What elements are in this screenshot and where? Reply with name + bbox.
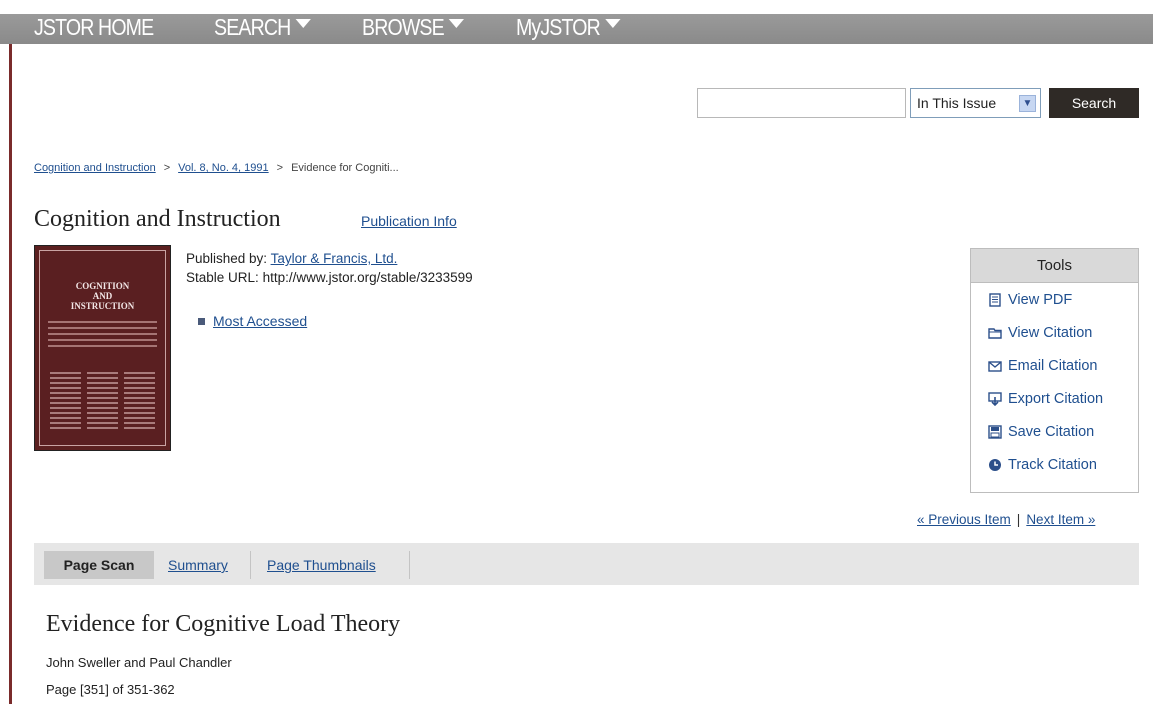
nav-myjstor-label: MyJSTOR [516, 14, 601, 40]
article-title: Evidence for Cognitive Load Theory [46, 611, 401, 637]
tool-save-citation[interactable]: Save Citation [971, 415, 1138, 448]
journal-title: Cognition and Instruction [34, 206, 281, 232]
top-navigation-bar: JSTOR HOME SEARCH BROWSE MyJSTOR [0, 0, 1153, 44]
left-accent-rule [9, 44, 12, 704]
nav-browse-menu[interactable]: BROWSE [362, 10, 465, 44]
breadcrumb-separator: > [163, 162, 171, 174]
article-pages: Page [351] of 351-362 [46, 682, 175, 697]
previous-item-link[interactable]: « Previous Item [917, 512, 1011, 527]
cover-text-columns [50, 369, 155, 432]
item-pager: « Previous Item | Next Item » [917, 512, 1095, 527]
envelope-icon [988, 359, 1002, 373]
tools-header: Tools [971, 249, 1138, 283]
clock-icon [988, 458, 1002, 472]
main-nav: JSTOR HOME SEARCH BROWSE MyJSTOR [34, 10, 673, 44]
breadcrumb: Cognition and Instruction > Vol. 8, No. 4,… [34, 162, 399, 174]
view-pdf-link[interactable]: View PDF [1008, 292, 1072, 308]
cover-frame: COGNITION AND INSTRUCTION [39, 250, 166, 446]
stable-url-line: Stable URL: http://www.jstor.org/stable/… [186, 268, 473, 287]
caret-down-icon [605, 18, 621, 28]
nav-jstor-home-label: JSTOR HOME [34, 14, 154, 40]
tool-export-citation[interactable]: Export Citation [971, 382, 1138, 415]
save-icon [988, 424, 1002, 439]
tab-summary[interactable]: Summary [158, 551, 238, 579]
tab-divider [409, 551, 410, 579]
email-citation-link[interactable]: Email Citation [1008, 358, 1097, 374]
breadcrumb-current: Evidence for Cogniti... [291, 162, 399, 174]
tab-divider [250, 551, 251, 579]
export-citation-link[interactable]: Export Citation [1008, 391, 1103, 407]
track-citation-link[interactable]: Track Citation [1008, 457, 1097, 473]
publication-info-link[interactable]: Publication Info [361, 213, 457, 229]
tool-view-pdf[interactable]: View PDF [971, 283, 1138, 316]
breadcrumb-journal-link[interactable]: Cognition and Instruction [34, 162, 156, 174]
pager-divider: | [1016, 512, 1021, 527]
publication-meta: Published by: Taylor & Francis, Ltd. Sta… [186, 249, 473, 287]
next-item-link[interactable]: Next Item » [1026, 512, 1095, 527]
square-bullet-icon [198, 317, 205, 325]
stable-url-value: http://www.jstor.org/stable/3233599 [262, 270, 473, 285]
nav-myjstor-menu[interactable]: MyJSTOR [516, 10, 621, 44]
document-icon [988, 292, 1002, 307]
cover-title: COGNITION AND INSTRUCTION [70, 281, 135, 311]
nav-search-menu[interactable]: SEARCH [214, 10, 312, 44]
search-input[interactable] [697, 88, 906, 118]
nav-browse-label: BROWSE [362, 14, 445, 40]
tool-email-citation[interactable]: Email Citation [971, 349, 1138, 382]
folder-icon [988, 326, 1002, 340]
cover-text-lines [48, 317, 157, 351]
nav-jstor-home[interactable]: JSTOR HOME [34, 10, 154, 44]
export-icon [988, 391, 1002, 406]
journal-cover-image[interactable]: COGNITION AND INSTRUCTION [34, 245, 171, 451]
search-bar: In This Issue ▼ Search [697, 88, 1139, 118]
nav-search-label: SEARCH [214, 14, 291, 40]
view-citation-link[interactable]: View Citation [1008, 325, 1092, 341]
search-scope-select[interactable]: In This Issue ▼ [910, 88, 1041, 118]
stable-url-label: Stable URL: [186, 270, 259, 285]
article-authors: John Sweller and Paul Chandler [46, 655, 232, 670]
most-accessed-link[interactable]: Most Accessed [213, 313, 307, 329]
chevron-down-icon[interactable]: ▼ [1019, 94, 1036, 112]
tab-page-scan[interactable]: Page Scan [44, 551, 154, 579]
published-by-label: Published by: [186, 251, 268, 266]
save-citation-link[interactable]: Save Citation [1008, 424, 1094, 440]
search-scope-value: In This Issue [917, 95, 997, 111]
tool-view-citation[interactable]: View Citation [971, 316, 1138, 349]
tool-track-citation[interactable]: Track Citation [971, 448, 1138, 481]
most-accessed-item: Most Accessed [198, 313, 307, 329]
breadcrumb-separator: > [276, 162, 284, 174]
tools-panel: Tools View PDF View Citation Email Citat… [970, 248, 1139, 493]
breadcrumb-issue-link[interactable]: Vol. 8, No. 4, 1991 [178, 162, 269, 174]
search-button[interactable]: Search [1049, 88, 1139, 118]
view-tabs: Page Scan Summary Page Thumbnails [34, 543, 1139, 585]
caret-down-icon [449, 18, 465, 28]
tab-page-thumbnails[interactable]: Page Thumbnails [257, 551, 386, 579]
publisher-link[interactable]: Taylor & Francis, Ltd. [271, 251, 398, 266]
publisher-line: Published by: Taylor & Francis, Ltd. [186, 249, 473, 268]
caret-down-icon [295, 18, 312, 28]
